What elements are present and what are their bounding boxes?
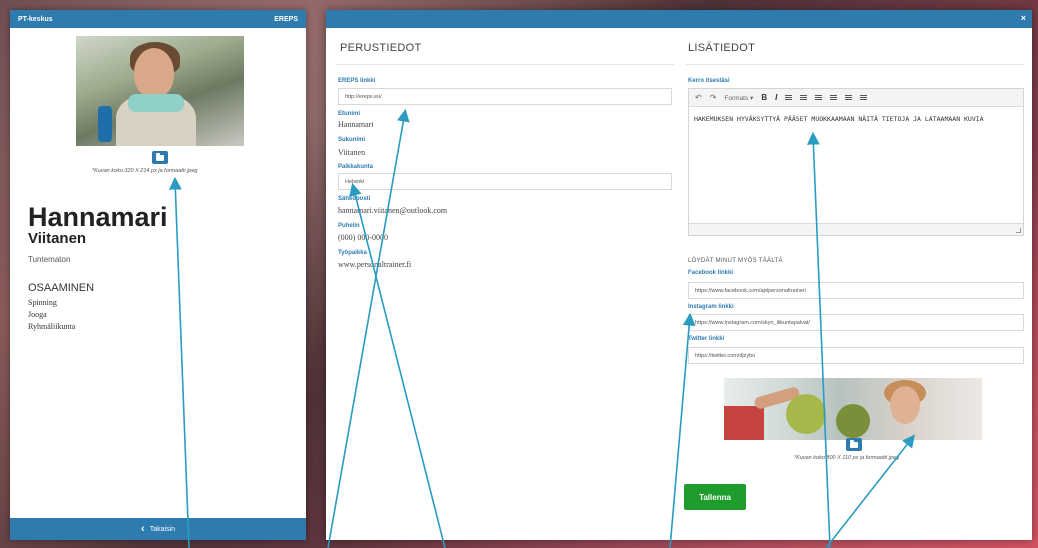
workplace-label: Työpaikka bbox=[338, 250, 367, 256]
banner-upload-button[interactable] bbox=[846, 438, 862, 451]
skills-heading: OSAAMINEN bbox=[28, 282, 95, 294]
profile-first-name: Hannamari bbox=[28, 202, 168, 232]
social-links-heading: LÖYDÄT MINUT MYÖS TÄÄLTÄ bbox=[688, 258, 783, 264]
back-button[interactable]: ‹ Takaisin bbox=[10, 518, 306, 540]
banner-image bbox=[724, 378, 982, 440]
redo-icon[interactable]: ↷ bbox=[710, 93, 717, 102]
instagram-label: Instagram linkki bbox=[688, 304, 734, 310]
lastname-label: Sukunimi bbox=[338, 137, 366, 143]
firstname-value: Hannamari bbox=[338, 120, 374, 129]
instagram-input[interactable]: https://www.instagram.com/skyn_liikuntap… bbox=[688, 314, 1024, 331]
email-value: hannamari.viitanen@outlook.com bbox=[338, 206, 448, 215]
profile-photo-note: *Kuvan koko 320 X 214 px ja formaatti jp… bbox=[92, 168, 198, 174]
modal-header: × bbox=[326, 10, 1032, 28]
facebook-input[interactable]: https://www.facebook.com/aptpersonaltrai… bbox=[688, 282, 1024, 299]
about-editor[interactable]: ↶ ↷ Formats ▾ B I HAKEMUKSEN HYVÄKSYTTYÄ… bbox=[688, 88, 1024, 236]
editor-statusbar bbox=[689, 223, 1023, 235]
banner-photo-note: *Kuvan koko 800 X 110 px ja formaatti jp… bbox=[794, 455, 900, 461]
align-right-icon[interactable] bbox=[815, 94, 823, 101]
save-button[interactable]: Tallenna bbox=[684, 484, 746, 510]
city-input[interactable]: Helsinki bbox=[338, 173, 672, 190]
skill-item: Spinning bbox=[28, 298, 57, 307]
profile-photo-upload-button[interactable] bbox=[152, 151, 168, 164]
divider bbox=[336, 64, 674, 65]
folder-icon bbox=[850, 439, 858, 448]
folder-icon bbox=[156, 152, 164, 161]
profile-last-name: Viitanen bbox=[28, 230, 87, 247]
resize-handle-icon[interactable] bbox=[1016, 228, 1021, 233]
indent-icon[interactable] bbox=[860, 94, 868, 101]
formats-dropdown[interactable]: Formats ▾ bbox=[724, 94, 753, 102]
italic-button[interactable]: I bbox=[775, 93, 777, 102]
chevron-left-icon: ‹ bbox=[141, 523, 145, 535]
ereps-label: EREPS linkki bbox=[338, 78, 376, 84]
about-label: Kerro itsestäsi bbox=[688, 78, 730, 84]
align-justify-icon[interactable] bbox=[830, 94, 838, 101]
phone-value: (000) 000-0000 bbox=[338, 233, 388, 242]
twitter-input[interactable]: https://twitter.com/djzybo bbox=[688, 347, 1024, 364]
skill-item: Ryhmäliikunta bbox=[28, 322, 76, 331]
card-header: PT-keskus EREPS bbox=[10, 10, 306, 28]
profile-photo bbox=[76, 36, 244, 146]
phone-label: Puhelin bbox=[338, 223, 360, 229]
divider bbox=[686, 64, 1024, 65]
twitter-label: Twitter linkki bbox=[688, 336, 725, 342]
facebook-label: Facebook linkki bbox=[688, 270, 734, 276]
basic-info-title: PERUSTIEDOT bbox=[340, 42, 422, 54]
ereps-input[interactable]: http://ereps.eu/ bbox=[338, 88, 672, 105]
undo-icon[interactable]: ↶ bbox=[695, 93, 702, 102]
header-ereps: EREPS bbox=[274, 15, 298, 23]
profile-card: PT-keskus EREPS *Kuvan koko 320 X 214 px… bbox=[10, 10, 306, 540]
editor-toolbar: ↶ ↷ Formats ▾ B I bbox=[689, 89, 1023, 107]
extra-info-title: LISÄTIEDOT bbox=[688, 42, 756, 54]
back-label: Takaisin bbox=[149, 525, 175, 533]
close-icon[interactable]: × bbox=[1021, 13, 1026, 23]
editor-content[interactable]: HAKEMUKSEN HYVÄKSYTTYÄ PÄÄSET MUOKKAAMAA… bbox=[689, 107, 1023, 132]
firstname-label: Etunimi bbox=[338, 111, 360, 117]
lastname-value: Viitanen bbox=[338, 148, 366, 157]
skills-list: Spinning Jooga Ryhmäliikunta bbox=[28, 297, 75, 333]
edit-profile-modal: × PERUSTIEDOT EREPS linkki http://ereps.… bbox=[326, 10, 1032, 540]
align-center-icon[interactable] bbox=[800, 94, 808, 101]
header-brand: PT-keskus bbox=[18, 15, 53, 23]
profile-status: Tuntematon bbox=[28, 255, 71, 264]
bold-button[interactable]: B bbox=[761, 93, 767, 102]
email-label: Sähköposti bbox=[338, 196, 371, 202]
workplace-value: www.personaltrainer.fi bbox=[338, 260, 412, 269]
align-left-icon[interactable] bbox=[785, 94, 793, 101]
city-label: Paikkakunta bbox=[338, 164, 374, 170]
outdent-icon[interactable] bbox=[845, 94, 853, 101]
skill-item: Jooga bbox=[28, 310, 47, 319]
